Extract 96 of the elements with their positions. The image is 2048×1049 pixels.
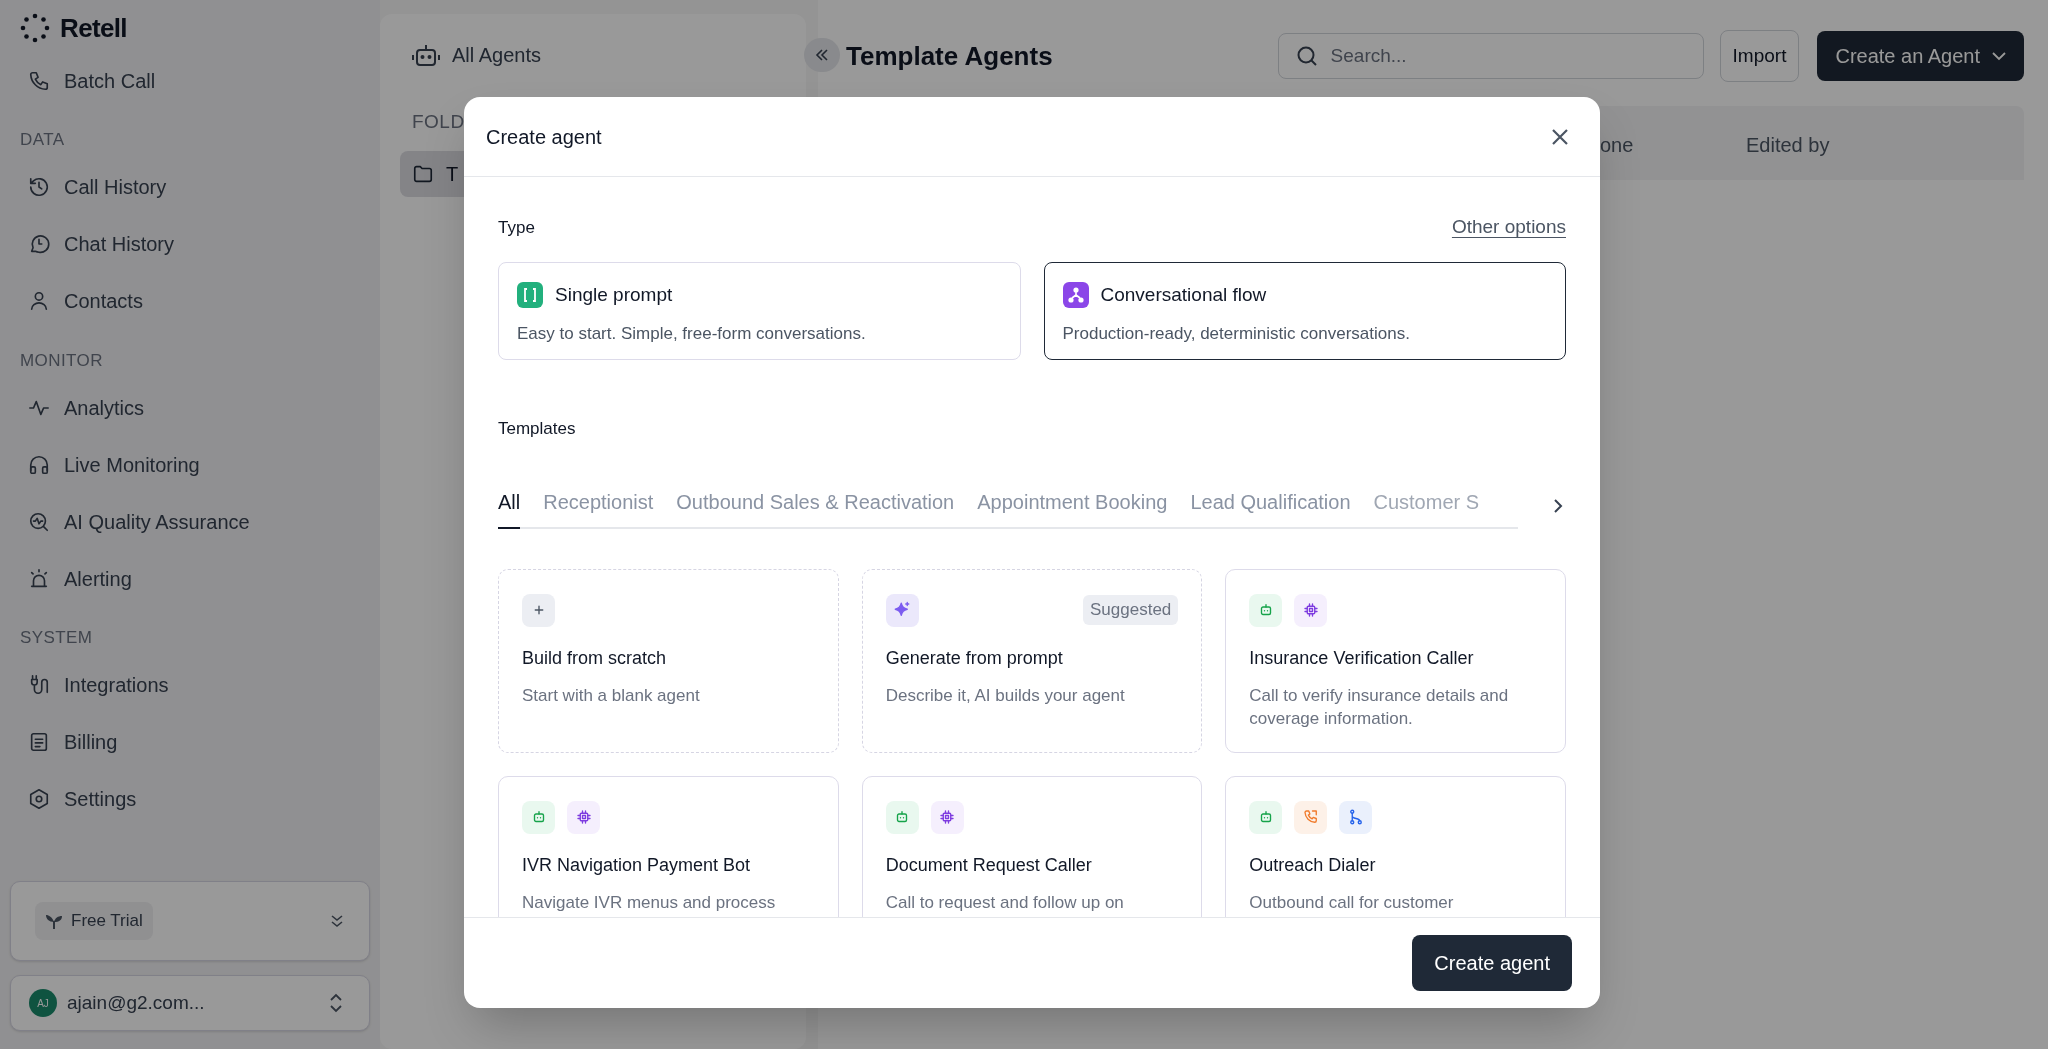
nav-item[interactable]: Settings — [10, 770, 370, 828]
account-email: ajain@g2.com... — [67, 990, 205, 1015]
flow-icon — [1062, 281, 1089, 308]
history-icon — [28, 176, 50, 198]
plus-icon — [522, 593, 555, 627]
nav-item[interactable]: Integrations — [10, 656, 370, 714]
agent-type-option[interactable]: Single prompt Easy to start. Simple, free-form conversations. — [498, 261, 1021, 360]
nav-item[interactable]: Analytics — [10, 379, 370, 436]
robot-icon — [885, 800, 919, 834]
branch-icon — [1339, 800, 1373, 834]
expand-icon — [329, 913, 345, 929]
chat-clock-icon — [28, 233, 50, 255]
template-card[interactable]: Suggested Generate from prompt Describe it, AI builds your agent — [861, 569, 1203, 753]
section-label: Templates — [498, 417, 577, 440]
card-title: IVR Navigation Payment Bot — [522, 854, 752, 877]
phone-icon — [28, 69, 50, 92]
robot-icon — [412, 42, 440, 68]
hexagon-gear-icon — [28, 788, 50, 810]
card-title: Build from scratch — [522, 647, 668, 670]
suggested-badge: Suggested — [1083, 595, 1179, 625]
other-options-link[interactable]: Other options — [1451, 213, 1566, 242]
all-agents-link[interactable]: All Agents — [452, 40, 541, 70]
person-icon — [28, 290, 50, 312]
plan-badge: Free Trial — [35, 902, 153, 940]
chevron-right-icon[interactable] — [1553, 498, 1563, 514]
nav-section-heading: MONITOR — [19, 349, 104, 372]
brackets-icon — [517, 281, 543, 308]
nav-item[interactable]: Alerting — [10, 550, 370, 607]
card-title: Generate from prompt — [885, 647, 1064, 670]
card-description: Navigate IVR menus and process — [522, 892, 777, 914]
template-card[interactable]: Insurance Verification Caller Call to verify insurance details and coverage information. — [1225, 569, 1566, 753]
chip-icon — [1294, 593, 1328, 627]
template-card[interactable]: Build from scratch Start with a blank agent — [498, 569, 839, 753]
template-tab[interactable]: Outbound Sales & Reactivation — [676, 485, 955, 529]
card-title: Outreach Dialer — [1249, 854, 1377, 877]
page-title: Template Agents — [846, 39, 1053, 73]
template-card[interactable]: Document Request Caller Call to request and follow up on — [861, 776, 1203, 917]
robot-icon — [522, 800, 555, 834]
robot-icon — [1249, 593, 1283, 627]
document-icon — [28, 731, 50, 753]
logo-icon — [20, 13, 50, 43]
close-icon — [1551, 127, 1569, 146]
create-an-agent-button[interactable]: Create an Agent — [1817, 31, 2024, 81]
card-title: Insurance Verification Caller — [1249, 647, 1475, 670]
template-tab[interactable]: Lead Qualification — [1190, 485, 1351, 529]
agent-type-option[interactable]: Conversational flow Production-ready, deterministic conversations. — [1043, 261, 1566, 360]
robot-icon — [1249, 800, 1283, 834]
nav-item[interactable]: Live Monitoring — [10, 436, 370, 493]
logo-text: Retell — [60, 11, 127, 45]
option-description: Production-ready, deterministic conversations. — [1062, 323, 1411, 345]
card-description: Call to verify insurance details and coverage information. — [1249, 685, 1510, 730]
card-title: Document Request Caller — [885, 854, 1093, 877]
nav-item[interactable]: Call History — [10, 158, 370, 216]
plan-card[interactable]: Free Trial — [10, 881, 370, 961]
plug-cable-icon — [28, 674, 50, 696]
column-header: Edited by — [1746, 133, 1830, 158]
card-description: Outbound call for customer — [1249, 892, 1455, 914]
option-title: Single prompt — [555, 282, 673, 307]
avatar: AJ — [29, 989, 57, 1017]
siren-icon — [28, 567, 50, 590]
create-agent-button[interactable]: Create agent — [1412, 935, 1572, 991]
nav-item[interactable]: Billing — [10, 713, 370, 771]
template-card[interactable]: IVR Navigation Payment Bot Navigate IVR menus and process — [498, 776, 839, 917]
column-header: one — [1600, 133, 1634, 158]
search-field[interactable]: Search... — [1277, 33, 1704, 79]
card-description: Start with a blank agent — [522, 685, 701, 707]
template-tab[interactable]: Customer S — [1373, 485, 1480, 529]
collapse-button[interactable] — [804, 38, 840, 72]
phone-icon — [1294, 800, 1328, 834]
nav-section-heading: DATA — [19, 129, 66, 151]
chevron-down-icon — [1992, 51, 2006, 61]
option-description: Easy to start. Simple, free-form conversations. — [517, 323, 867, 345]
magnifier-pulse-icon — [28, 510, 50, 533]
nav-item[interactable]: Contacts — [10, 272, 370, 330]
nav-item[interactable]: AI Quality Assurance — [10, 493, 370, 550]
sprout-icon — [45, 913, 63, 929]
headphones-icon — [28, 453, 50, 476]
double-chevron-left-icon — [815, 49, 829, 61]
option-title: Conversational flow — [1100, 282, 1267, 307]
nav-item[interactable]: Batch Call — [10, 52, 370, 109]
nav-item[interactable]: Chat History — [10, 215, 370, 273]
sparkle-icon — [885, 593, 919, 627]
import-button[interactable]: Import — [1719, 30, 1800, 82]
dialog-title: Create agent — [486, 124, 602, 150]
template-tab[interactable]: Appointment Booking — [977, 485, 1168, 529]
chip-icon — [567, 800, 600, 834]
template-tab[interactable]: Receptionist — [543, 485, 654, 529]
account-switcher[interactable]: AJ ajain@g2.com... — [10, 975, 370, 1031]
template-tab[interactable]: All — [498, 485, 521, 529]
section-label: Type — [498, 216, 535, 239]
chip-icon — [930, 800, 964, 834]
search-icon — [1295, 45, 1318, 67]
card-description: Describe it, AI builds your agent — [885, 685, 1126, 707]
card-description: Call to request and follow up on — [885, 892, 1125, 914]
chevron-updown-icon — [329, 992, 343, 1014]
nav-section-heading: SYSTEM — [19, 627, 94, 649]
